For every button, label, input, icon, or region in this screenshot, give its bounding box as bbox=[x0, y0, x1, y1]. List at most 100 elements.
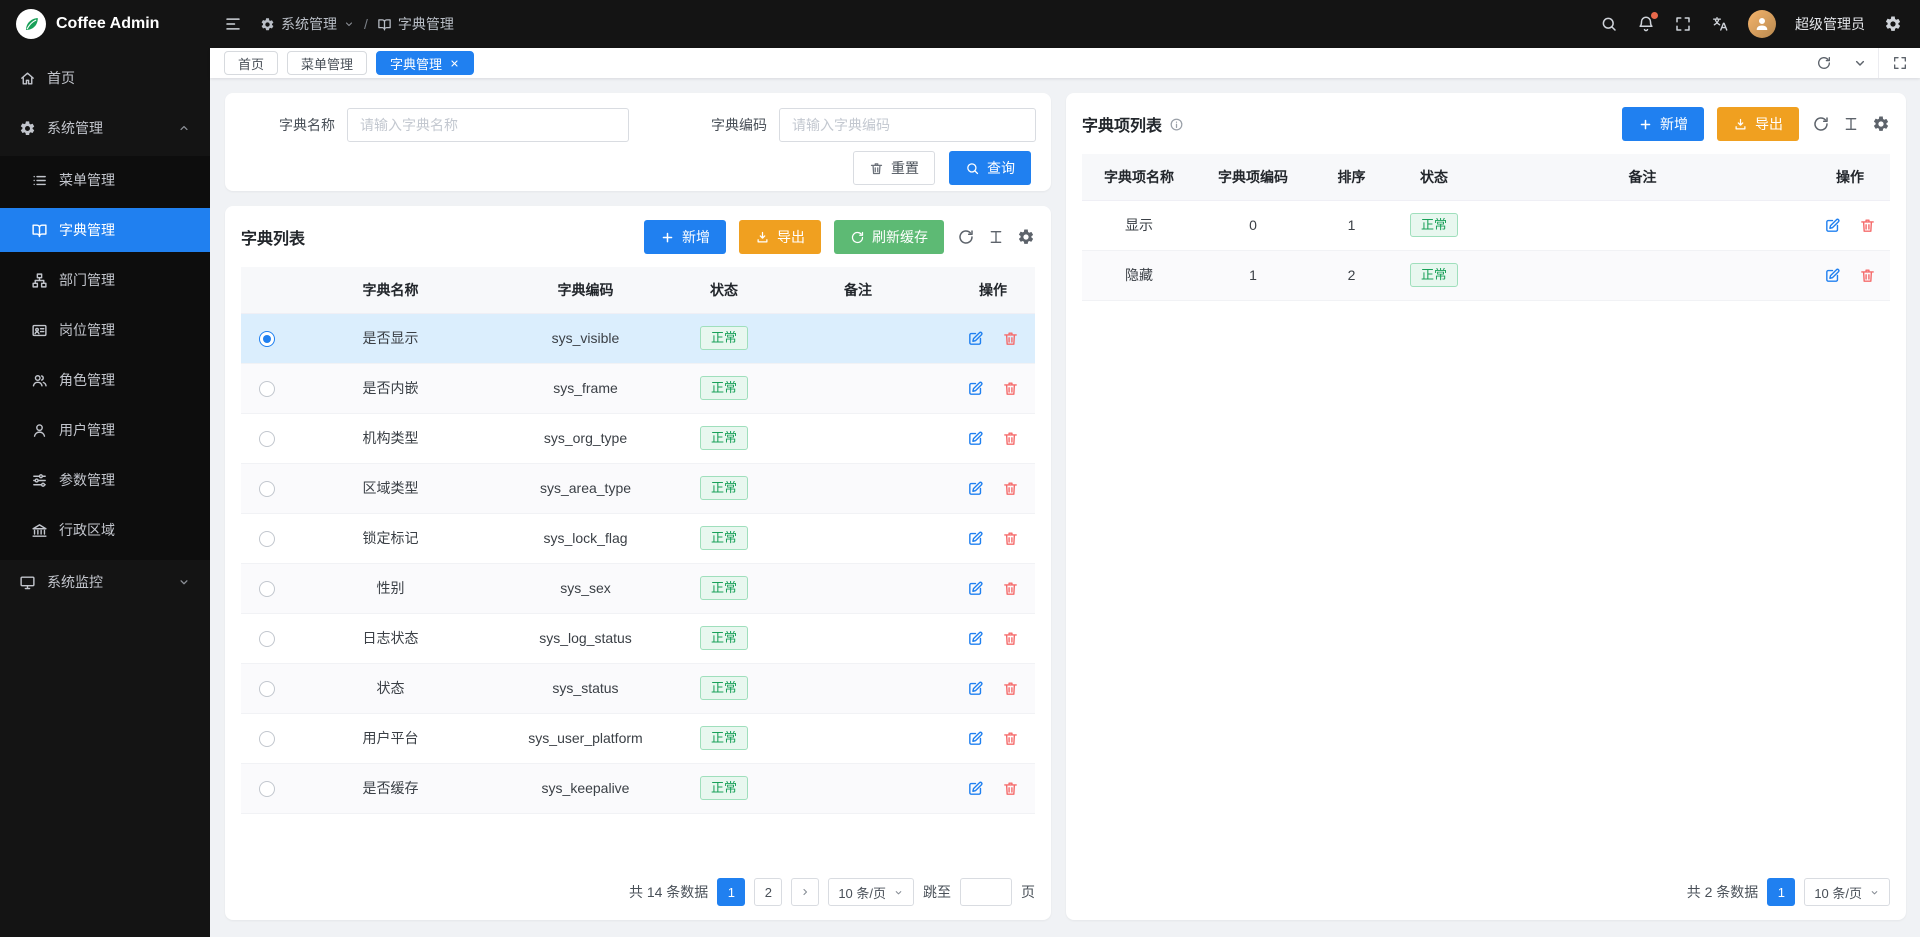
close-icon[interactable] bbox=[449, 58, 460, 69]
translate-icon[interactable] bbox=[1711, 15, 1729, 33]
page-button-1[interactable]: 1 bbox=[717, 878, 745, 906]
sidebar-item-monitor[interactable]: 系统监控 bbox=[0, 560, 210, 604]
delete-icon[interactable] bbox=[1002, 430, 1019, 447]
edit-icon[interactable] bbox=[967, 380, 984, 397]
delete-icon[interactable] bbox=[1002, 630, 1019, 647]
row-radio[interactable] bbox=[259, 331, 275, 347]
fullscreen-icon[interactable] bbox=[1674, 15, 1692, 33]
delete-icon[interactable] bbox=[1002, 380, 1019, 397]
info-icon[interactable] bbox=[1169, 117, 1184, 132]
table-row[interactable]: 显示 0 1 正常 bbox=[1082, 200, 1890, 250]
table-row[interactable]: 日志状态 sys_log_status 正常 bbox=[241, 613, 1035, 663]
delete-icon[interactable] bbox=[1859, 267, 1876, 284]
sidebar-item-user-mgmt[interactable]: 用户管理 bbox=[0, 408, 210, 452]
refresh-table-icon[interactable] bbox=[1812, 115, 1830, 133]
refresh-table-icon[interactable] bbox=[957, 228, 975, 246]
sidebar-item-system[interactable]: 系统管理 bbox=[0, 106, 210, 150]
table-row[interactable]: 是否内嵌 sys_frame 正常 bbox=[241, 363, 1035, 413]
delete-icon[interactable] bbox=[1002, 580, 1019, 597]
query-button[interactable]: 查询 bbox=[949, 151, 1031, 185]
username[interactable]: 超级管理员 bbox=[1795, 14, 1865, 34]
row-radio[interactable] bbox=[259, 731, 275, 747]
refresh-cache-button[interactable]: 刷新缓存 bbox=[834, 220, 944, 254]
breadcrumb-item-dict[interactable]: 字典管理 bbox=[377, 14, 454, 34]
row-radio[interactable] bbox=[259, 531, 275, 547]
edit-icon[interactable] bbox=[967, 780, 984, 797]
edit-icon[interactable] bbox=[967, 730, 984, 747]
page-button-1[interactable]: 1 bbox=[1767, 878, 1795, 906]
chevron-down-icon[interactable] bbox=[1852, 55, 1868, 71]
add-dict-button[interactable]: 新增 bbox=[644, 220, 726, 254]
page-size-select[interactable]: 10 条/页 bbox=[1804, 878, 1890, 906]
table-row[interactable]: 机构类型 sys_org_type 正常 bbox=[241, 413, 1035, 463]
table-row[interactable]: 是否显示 sys_visible 正常 bbox=[241, 313, 1035, 363]
column-height-icon[interactable] bbox=[1843, 116, 1859, 132]
table-row[interactable]: 区域类型 sys_area_type 正常 bbox=[241, 463, 1035, 513]
breadcrumb-item-system[interactable]: 系统管理 bbox=[260, 14, 355, 34]
sidebar-item-dict-mgmt[interactable]: 字典管理 bbox=[0, 208, 210, 252]
search-icon[interactable] bbox=[1600, 15, 1618, 33]
settings-gear-icon[interactable] bbox=[1884, 15, 1902, 33]
delete-icon[interactable] bbox=[1002, 730, 1019, 747]
monitor-icon bbox=[19, 574, 36, 591]
sidebar-item-param-mgmt[interactable]: 参数管理 bbox=[0, 458, 210, 502]
delete-icon[interactable] bbox=[1002, 530, 1019, 547]
page-size-select[interactable]: 10 条/页 bbox=[828, 878, 914, 906]
table-settings-gear-icon[interactable] bbox=[1017, 228, 1035, 246]
page-button-2[interactable]: 2 bbox=[754, 878, 782, 906]
maximize-content-button[interactable] bbox=[1878, 48, 1920, 78]
table-row[interactable]: 隐藏 1 2 正常 bbox=[1082, 250, 1890, 300]
table-row[interactable]: 用户平台 sys_user_platform 正常 bbox=[241, 713, 1035, 763]
sidebar-item-region-mgmt[interactable]: 行政区域 bbox=[0, 508, 210, 552]
row-radio[interactable] bbox=[259, 381, 275, 397]
dict-code-input[interactable] bbox=[779, 108, 1036, 142]
sidebar-item-menu-mgmt[interactable]: 菜单管理 bbox=[0, 158, 210, 202]
refresh-icon[interactable] bbox=[1816, 55, 1832, 71]
reset-button[interactable]: 重置 bbox=[853, 151, 935, 185]
sidebar-item-home[interactable]: 首页 bbox=[0, 56, 210, 100]
edit-icon[interactable] bbox=[967, 530, 984, 547]
export-dict-item-button[interactable]: 导出 bbox=[1717, 107, 1799, 141]
export-dict-button[interactable]: 导出 bbox=[739, 220, 821, 254]
add-dict-item-button[interactable]: 新增 bbox=[1622, 107, 1704, 141]
tab-dict-mgmt[interactable]: 字典管理 bbox=[376, 51, 474, 75]
delete-icon[interactable] bbox=[1859, 217, 1876, 234]
row-radio[interactable] bbox=[259, 631, 275, 647]
row-radio[interactable] bbox=[259, 781, 275, 797]
edit-icon[interactable] bbox=[967, 680, 984, 697]
row-radio[interactable] bbox=[259, 431, 275, 447]
notification-bell[interactable] bbox=[1637, 15, 1655, 33]
row-radio[interactable] bbox=[259, 581, 275, 597]
dict-name-input[interactable] bbox=[347, 108, 629, 142]
edit-icon[interactable] bbox=[967, 630, 984, 647]
edit-icon[interactable] bbox=[967, 580, 984, 597]
app-logo[interactable]: Coffee Admin bbox=[0, 0, 210, 48]
avatar[interactable] bbox=[1748, 10, 1776, 38]
sidebar-item-post-mgmt[interactable]: 岗位管理 bbox=[0, 308, 210, 352]
column-height-icon[interactable] bbox=[988, 229, 1004, 245]
row-radio[interactable] bbox=[259, 681, 275, 697]
collapse-sidebar-icon[interactable] bbox=[224, 15, 242, 33]
delete-icon[interactable] bbox=[1002, 680, 1019, 697]
edit-icon[interactable] bbox=[1824, 267, 1841, 284]
delete-icon[interactable] bbox=[1002, 780, 1019, 797]
edit-icon[interactable] bbox=[967, 480, 984, 497]
tab-home[interactable]: 首页 bbox=[224, 51, 278, 75]
next-page-button[interactable] bbox=[791, 878, 819, 906]
edit-icon[interactable] bbox=[967, 430, 984, 447]
sidebar-item-dept-mgmt[interactable]: 部门管理 bbox=[0, 258, 210, 302]
table-row[interactable]: 性别 sys_sex 正常 bbox=[241, 563, 1035, 613]
delete-icon[interactable] bbox=[1002, 480, 1019, 497]
jump-page-input[interactable] bbox=[960, 878, 1012, 906]
table-row[interactable]: 是否缓存 sys_keepalive 正常 bbox=[241, 763, 1035, 813]
item-name-cell: 隐藏 bbox=[1082, 250, 1196, 300]
delete-icon[interactable] bbox=[1002, 330, 1019, 347]
table-row[interactable]: 锁定标记 sys_lock_flag 正常 bbox=[241, 513, 1035, 563]
table-row[interactable]: 状态 sys_status 正常 bbox=[241, 663, 1035, 713]
edit-icon[interactable] bbox=[967, 330, 984, 347]
table-settings-gear-icon[interactable] bbox=[1872, 115, 1890, 133]
edit-icon[interactable] bbox=[1824, 217, 1841, 234]
row-radio[interactable] bbox=[259, 481, 275, 497]
tab-menu-mgmt[interactable]: 菜单管理 bbox=[287, 51, 367, 75]
sidebar-item-role-mgmt[interactable]: 角色管理 bbox=[0, 358, 210, 402]
